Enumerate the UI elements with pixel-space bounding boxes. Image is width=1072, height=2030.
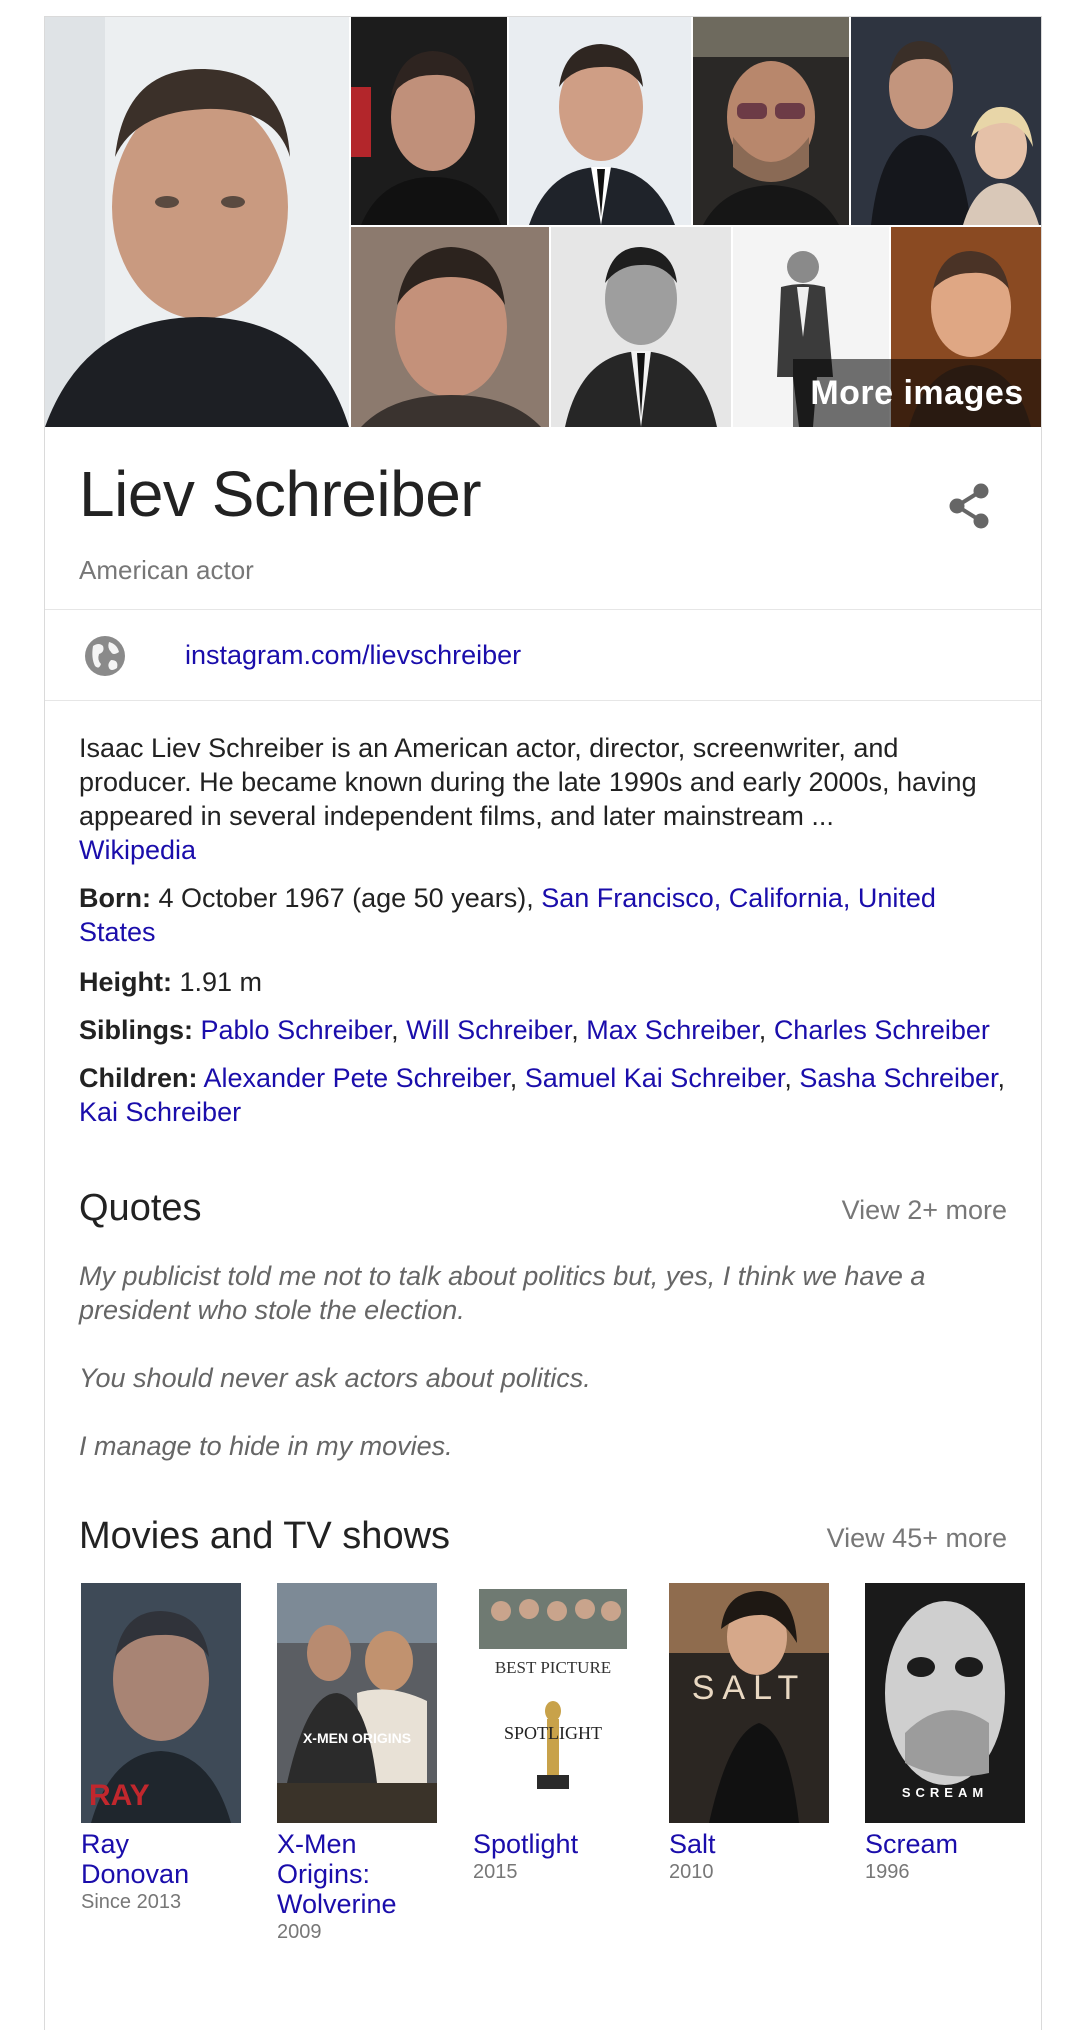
quotes-title: Quotes [79,1187,202,1229]
poster-title-text: SCREAM [902,1785,988,1800]
fact-label: Children: [79,1063,198,1093]
fact-height: Height: 1.91 m [79,965,1007,999]
child-link[interactable]: Samuel Kai Schreiber [525,1063,785,1093]
quote-item: I manage to hide in my movies. [79,1431,453,1461]
movie-poster: RAY [81,1583,241,1823]
svg-text:BEST PICTURE: BEST PICTURE [495,1658,611,1677]
photo-thumbnail[interactable] [851,17,1041,225]
movie-card[interactable]: RAY Ray Donovan Since 2013 [81,1583,241,1914]
fact-label: Height: [79,967,172,997]
globe-icon [85,636,125,676]
fact-value: 1.91 m [179,967,263,997]
fact-label: Born: [79,883,151,913]
entity-header: Liev Schreiber American actor [45,427,1041,610]
sibling-link[interactable]: Charles Schreiber [774,1015,990,1045]
movie-year: Since 2013 [81,1891,182,1913]
knowledge-panel: More images Liev Schreiber American acto… [44,16,1042,2030]
photo-thumbnail[interactable] [351,17,507,225]
share-icon [949,483,989,529]
movie-year: 2015 [473,1861,518,1883]
more-images-button[interactable]: More images [793,359,1041,427]
website-link[interactable]: instagram.com/lievschreiber [185,640,521,671]
movie-year: 1996 [865,1861,910,1883]
entity-content: Isaac Liev Schreiber is an American acto… [45,701,1041,1953]
fact-label: Siblings: [79,1015,193,1045]
movies-carousel: RAY Ray Donovan Since 2013 X-MEN ORIGINS… [79,1583,1025,1953]
movie-poster: X-MEN ORIGINS [277,1583,437,1823]
poster-title-text: X-MEN ORIGINS [303,1730,411,1746]
wikipedia-link[interactable]: Wikipedia [79,833,1007,867]
fact-born: Born: 4 October 1967 (age 50 years), San… [79,881,1007,949]
quotes-header: Quotes View 2+ more [79,1187,1007,1235]
poster-title-text: RAY [89,1779,150,1812]
fact-value: 4 October 1967 (age 50 years), [158,883,534,913]
movie-card[interactable]: BEST PICTURE SPOTLIGHT Spotlight 2015 [473,1583,633,1884]
website-row: instagram.com/lievschreiber [45,610,1041,701]
quotes-view-more-link[interactable]: View 2+ more [842,1195,1007,1226]
movie-title[interactable]: X-Men Origins: Wolverine [277,1829,437,1919]
movies-header: Movies and TV shows View 45+ more [79,1515,1007,1563]
movie-card[interactable]: SALT Salt 2010 [669,1583,829,1884]
photo-thumbnail[interactable] [351,227,549,427]
poster-title-text: SPOTLIGHT [504,1723,602,1743]
quote-item: You should never ask actors about politi… [79,1363,591,1393]
movie-title[interactable]: Spotlight [473,1829,633,1859]
movie-poster: SALT [669,1583,829,1823]
entity-subtitle: American actor [79,555,254,585]
movie-poster: BEST PICTURE SPOTLIGHT [473,1583,633,1823]
movie-card[interactable]: SCREAM Scream 1996 [865,1583,1025,1884]
sibling-link[interactable]: Pablo Schreiber [201,1015,392,1045]
movie-poster: SCREAM [865,1583,1025,1823]
child-link[interactable]: Sasha Schreiber [799,1063,997,1093]
photo-thumbnail[interactable] [693,17,849,225]
movie-year: 2009 [277,1921,322,1943]
child-link[interactable]: Kai Schreiber [79,1097,241,1127]
sibling-link[interactable]: Will Schreiber [406,1015,571,1045]
fact-children: Children: Alexander Pete Schreiber, Samu… [79,1063,1006,1127]
child-link[interactable]: Alexander Pete Schreiber [204,1063,510,1093]
fact-siblings: Siblings: Pablo Schreiber, Will Schreibe… [79,1015,990,1045]
entity-title: Liev Schreiber [79,458,482,530]
movies-title: Movies and TV shows [79,1515,451,1557]
description: Isaac Liev Schreiber is an American acto… [79,731,1007,867]
quote-item: My publicist told me not to talk about p… [79,1261,926,1325]
image-mosaic: More images [45,17,1041,427]
description-text: Isaac Liev Schreiber is an American acto… [79,733,977,831]
sibling-link[interactable]: Max Schreiber [586,1015,759,1045]
movie-title[interactable]: Salt [669,1829,829,1859]
main-portrait-image[interactable] [45,17,349,427]
movies-view-more-link[interactable]: View 45+ more [827,1523,1007,1554]
photo-thumbnail[interactable] [551,227,731,427]
poster-title-text: SALT [692,1669,807,1707]
movie-card[interactable]: X-MEN ORIGINS X-Men Origins: Wolverine 2… [277,1583,437,1944]
movie-year: 2010 [669,1861,714,1883]
movie-title[interactable]: Ray Donovan [81,1829,241,1889]
movie-title[interactable]: Scream [865,1829,1025,1859]
photo-thumbnail[interactable] [509,17,691,225]
share-button[interactable] [945,481,993,531]
